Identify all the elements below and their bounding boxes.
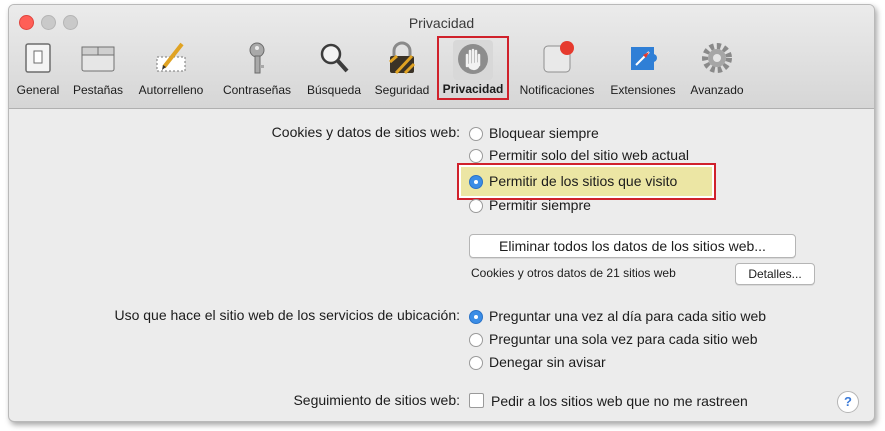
autofill-pencil-icon [156, 42, 186, 72]
option-label: Permitir de los sitios que visito [489, 173, 678, 189]
toolbar-label: Avanzado [690, 83, 744, 97]
toolbar-label: Pestañas [72, 83, 124, 97]
cookies-summary: Cookies y otros datos de 21 sitios web [471, 266, 676, 280]
radio-button-selected[interactable] [469, 175, 483, 189]
toolbar-label: General [16, 83, 60, 97]
option-label: Preguntar una sola vez para cada sitio w… [489, 331, 758, 347]
do-not-track-checkbox[interactable] [469, 393, 484, 408]
option-label: Preguntar una vez al día para cada sitio… [489, 308, 767, 324]
toolbar-autofill[interactable]: Autorrelleno [131, 35, 211, 103]
location-option-once-only[interactable]: Preguntar una sola vez para cada sitio w… [469, 329, 758, 349]
cookies-option-current-site[interactable]: Permitir solo del sitio web actual [469, 145, 689, 165]
radio-button[interactable] [469, 149, 483, 163]
hand-icon [458, 44, 488, 74]
option-label: Pedir a los sitios web que no me rastree… [491, 393, 748, 409]
toolbar-label: Privacidad [442, 82, 504, 96]
toolbar-tabs[interactable]: Pestañas [67, 35, 129, 103]
toolbar-label: Extensiones [610, 83, 676, 97]
window-title: Privacidad [408, 15, 475, 31]
option-label: Bloquear siempre [489, 125, 599, 141]
radio-button-selected[interactable] [469, 310, 483, 324]
help-button[interactable]: ? [837, 391, 859, 413]
toolbar-passwords[interactable]: Contraseñas [215, 35, 299, 103]
toolbar-general[interactable]: General [11, 35, 65, 103]
location-services-label: Uso que hace el sitio web de los servici… [114, 307, 460, 323]
cookies-label: Cookies y datos de sitios web: [271, 124, 460, 140]
magnifier-icon [320, 43, 349, 73]
radio-button[interactable] [469, 356, 483, 370]
cookies-option-visited-sites[interactable]: Permitir de los sitios que visito [469, 171, 677, 191]
cookies-option-allow-always[interactable]: Permitir siempre [469, 195, 591, 215]
tracking-label: Seguimiento de sitios web: [293, 392, 460, 408]
option-label: Permitir siempre [489, 197, 591, 213]
toolbar-label: Notificaciones [519, 83, 595, 97]
radio-button[interactable] [469, 199, 483, 213]
option-label: Denegar sin avisar [489, 354, 606, 370]
radio-button[interactable] [469, 127, 483, 141]
preferences-window: Privacidad General Pestañas Autorrelleno… [8, 4, 875, 422]
privacy-pane: Cookies y datos de sitios web: Bloquear … [9, 109, 874, 421]
toolbar-search[interactable]: Búsqueda [301, 35, 367, 103]
option-label: Permitir solo del sitio web actual [489, 147, 689, 163]
location-option-once-per-day[interactable]: Preguntar una vez al día para cada sitio… [469, 306, 766, 326]
key-icon [249, 42, 265, 74]
cookies-option-block-always[interactable]: Bloquear siempre [469, 123, 599, 143]
extensions-icon [631, 47, 657, 70]
toolbar-extensions[interactable]: Extensiones [605, 35, 681, 103]
toolbar-privacy[interactable]: Privacidad [437, 36, 509, 100]
title-bar: Privacidad General Pestañas Autorrelleno… [9, 5, 874, 109]
lock-icon [389, 41, 416, 75]
toolbar-label: Contraseñas [222, 83, 292, 97]
remove-all-website-data-button[interactable]: Eliminar todos los datos de los sitios w… [469, 234, 796, 258]
toolbar-advanced[interactable]: Avanzado [685, 35, 749, 103]
radio-button[interactable] [469, 333, 483, 347]
toolbar-label: Búsqueda [306, 83, 362, 97]
tabs-icon [81, 46, 115, 72]
toolbar-label: Seguridad [374, 83, 430, 97]
toolbar-security[interactable]: Seguridad [369, 35, 435, 103]
notifications-icon [543, 41, 574, 73]
toolbar-notifications[interactable]: Notificaciones [511, 35, 603, 103]
details-button[interactable]: Detalles... [735, 263, 815, 285]
gear-icon [702, 43, 732, 73]
do-not-track-option[interactable]: Pedir a los sitios web que no me rastree… [469, 391, 748, 411]
location-option-deny[interactable]: Denegar sin avisar [469, 352, 606, 372]
general-icon [25, 43, 51, 73]
toolbar-label: Autorrelleno [138, 83, 204, 97]
